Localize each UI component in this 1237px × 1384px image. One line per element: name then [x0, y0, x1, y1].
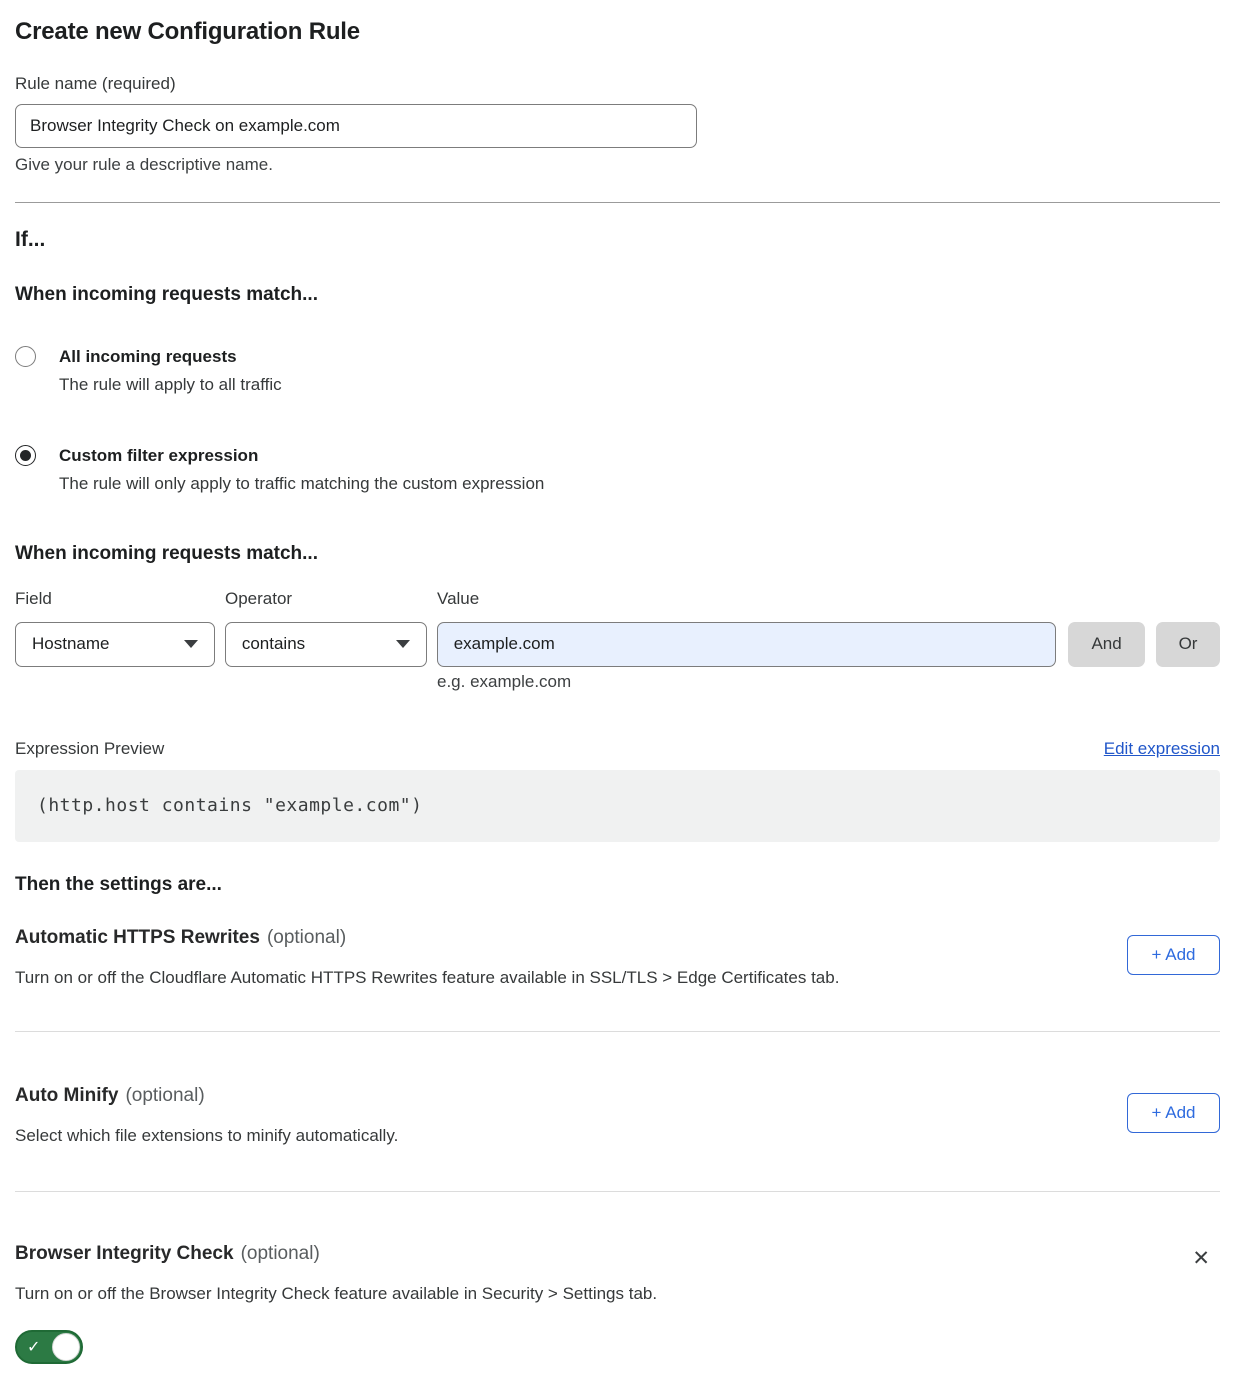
add-auto-minify-button[interactable]: + Add	[1127, 1093, 1220, 1133]
setting-auto-minify: Auto Minify (optional) Select which file…	[15, 1084, 1220, 1146]
radio-button-unselected[interactable]	[15, 346, 36, 367]
and-button[interactable]: And	[1068, 622, 1145, 667]
operator-selected-value: contains	[242, 634, 305, 654]
setting-description: Turn on or off the Cloudflare Automatic …	[15, 967, 1065, 988]
setting-description: Turn on or off the Browser Integrity Che…	[15, 1283, 1065, 1304]
radio-button-selected[interactable]	[15, 445, 36, 466]
setting-description: Select which file extensions to minify a…	[15, 1125, 1065, 1146]
section-divider	[15, 1191, 1220, 1192]
section-divider	[15, 202, 1220, 203]
browser-integrity-check-toggle[interactable]: ✓	[15, 1330, 83, 1364]
radio-label: All incoming requests	[59, 346, 282, 367]
setting-browser-integrity-check: Browser Integrity Check (optional) Turn …	[15, 1242, 1220, 1364]
expression-preview-header: Expression Preview Edit expression	[15, 738, 1220, 759]
if-heading: If...	[15, 227, 1220, 253]
toggle-knob	[52, 1333, 80, 1361]
setting-optional-tag: (optional)	[125, 1084, 204, 1107]
field-selected-value: Hostname	[32, 634, 109, 654]
radio-option-all-incoming-requests[interactable]: All incoming requests The rule will appl…	[15, 346, 1220, 395]
value-helper-text: e.g. example.com	[437, 672, 1220, 692]
edit-expression-link[interactable]: Edit expression	[1104, 738, 1220, 759]
page-title: Create new Configuration Rule	[15, 18, 1220, 47]
expression-builder-labels: Field Operator Value	[15, 589, 1220, 609]
setting-title: Browser Integrity Check	[15, 1242, 234, 1265]
rule-name-input[interactable]	[15, 104, 697, 148]
setting-title: Auto Minify	[15, 1084, 118, 1107]
field-label: Field	[15, 589, 225, 609]
radio-label: Custom filter expression	[59, 445, 544, 466]
value-label: Value	[437, 589, 479, 609]
setting-title: Automatic HTTPS Rewrites	[15, 926, 260, 949]
value-input[interactable]	[437, 622, 1056, 667]
check-icon: ✓	[27, 1337, 40, 1357]
close-icon[interactable]: ✕	[1190, 1246, 1212, 1271]
or-button[interactable]: Or	[1156, 622, 1220, 667]
then-settings-heading: Then the settings are...	[15, 873, 1220, 896]
setting-optional-tag: (optional)	[267, 926, 346, 949]
setting-automatic-https-rewrites: Automatic HTTPS Rewrites (optional) Turn…	[15, 926, 1220, 988]
field-select[interactable]: Hostname	[15, 622, 215, 667]
chevron-down-icon	[184, 640, 198, 648]
expression-builder-row: Hostname contains And Or	[15, 622, 1220, 667]
expression-preview-label: Expression Preview	[15, 738, 164, 759]
match-heading: When incoming requests match...	[15, 283, 1220, 306]
radio-option-custom-filter-expression[interactable]: Custom filter expression The rule will o…	[15, 445, 1220, 494]
radio-description: The rule will only apply to traffic matc…	[59, 473, 544, 494]
radio-description: The rule will apply to all traffic	[59, 374, 282, 395]
operator-label: Operator	[225, 589, 437, 609]
create-configuration-rule-form: Create new Configuration Rule Rule name …	[0, 0, 1237, 1384]
operator-select[interactable]: contains	[225, 622, 427, 667]
add-automatic-https-rewrites-button[interactable]: + Add	[1127, 935, 1220, 975]
setting-optional-tag: (optional)	[241, 1242, 320, 1265]
rule-name-helper: Give your rule a descriptive name.	[15, 155, 1220, 175]
rule-name-label: Rule name (required)	[15, 74, 1220, 94]
expression-builder-heading: When incoming requests match...	[15, 542, 1220, 565]
expression-preview-code: (http.host contains "example.com")	[15, 770, 1220, 842]
section-divider	[15, 1031, 1220, 1032]
chevron-down-icon	[396, 640, 410, 648]
